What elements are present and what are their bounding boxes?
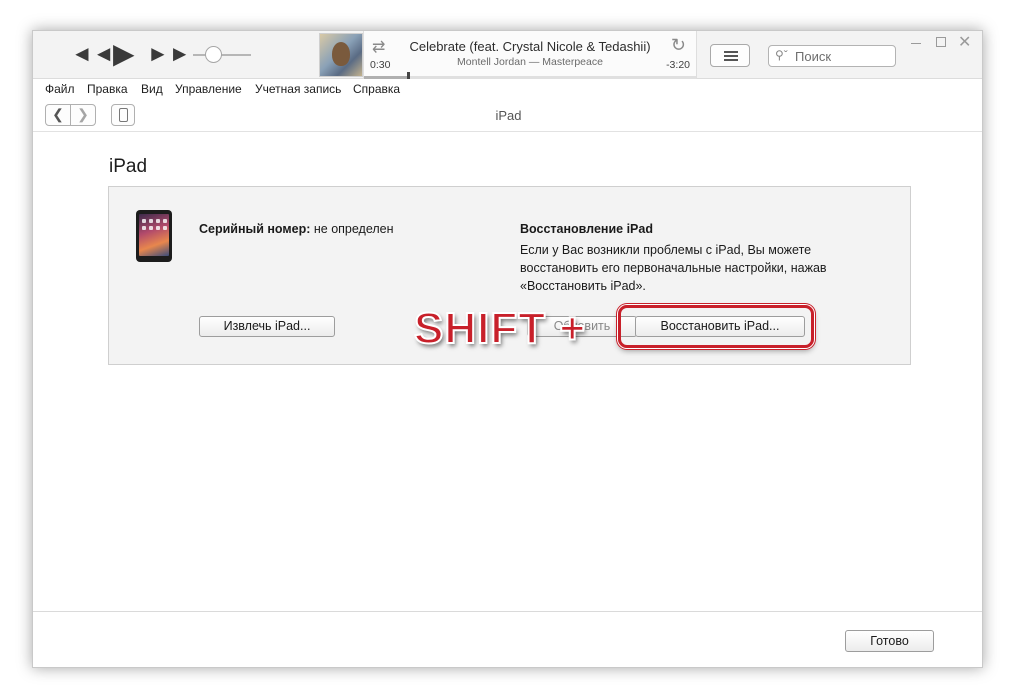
ipad-screen [139, 214, 169, 256]
list-icon-line [724, 59, 738, 61]
album-art-portrait [332, 42, 350, 66]
player-bar: ◄◄ ▶ ►► ⇄ Celebrate (feat. Crystal Nicol… [33, 31, 982, 79]
volume-knob[interactable] [205, 46, 223, 63]
menu-account[interactable]: Учетная запись [255, 82, 341, 96]
ipad-image [136, 210, 172, 262]
up-next-list-button[interactable] [710, 44, 750, 67]
search-box[interactable]: ⚲ˇ [768, 45, 896, 67]
progress-knob[interactable] [407, 72, 411, 79]
search-icon: ⚲ˇ [775, 48, 788, 62]
search-input[interactable] [795, 46, 891, 66]
menu-controls[interactable]: Управление [175, 82, 242, 96]
app-icon [163, 226, 167, 230]
list-icon-line [724, 51, 738, 53]
navigation-bar: ❮ ❯ iPad [33, 99, 982, 132]
nav-title: iPad [495, 108, 522, 123]
restore-title: Восстановление iPad [520, 222, 653, 236]
close-icon[interactable]: ✕ [958, 32, 971, 52]
app-icon [149, 219, 153, 223]
restore-description: Если у Вас возникли проблемы с iPad, Вы … [520, 243, 827, 293]
menu-help[interactable]: Справка [353, 82, 400, 96]
serial-label: Серийный номер: [199, 222, 311, 236]
serial-number: Серийный номер: не определен [199, 222, 394, 236]
next-track-button[interactable]: ►► [147, 43, 191, 65]
minimize-icon[interactable] [911, 43, 921, 44]
album-art[interactable] [319, 33, 363, 77]
app-icon [149, 226, 153, 230]
maximize-icon[interactable] [936, 37, 946, 47]
eject-ipad-button[interactable]: Извлечь iPad... [199, 316, 335, 337]
app-icon [156, 226, 160, 230]
shift-plus-overlay: SHIFT + [413, 304, 587, 353]
time-remaining: -3:20 [666, 59, 690, 71]
menu-file[interactable]: Файл [45, 82, 75, 96]
play-button[interactable]: ▶ [113, 40, 135, 68]
song-title: Celebrate (feat. Crystal Nicole & Tedash… [409, 39, 651, 54]
menu-view[interactable]: Вид [141, 82, 163, 96]
song-artist: Montell Jordan — Masterpeace [457, 56, 603, 68]
footer-bar: Готово [33, 611, 982, 667]
done-button[interactable]: Готово [845, 630, 934, 652]
itunes-window: ◄◄ ▶ ►► ⇄ Celebrate (feat. Crystal Nicol… [32, 30, 983, 668]
previous-track-button[interactable]: ◄◄ [71, 43, 115, 65]
repeat-icon[interactable]: ↻ [671, 35, 686, 56]
menu-bar: Файл Правка Вид Управление Учетная запис… [33, 79, 982, 99]
app-icon [156, 219, 160, 223]
serial-value: не определен [313, 222, 394, 236]
device-summary-panel: Серийный номер: не определен Восстановле… [108, 186, 911, 365]
app-icon [142, 226, 146, 230]
restore-highlight-frame [618, 305, 814, 348]
app-icon [142, 219, 146, 223]
app-icon [163, 219, 167, 223]
menu-edit[interactable]: Правка [87, 82, 128, 96]
list-icon-line [724, 55, 738, 57]
now-playing-display: ⇄ Celebrate (feat. Crystal Nicole & Teda… [363, 31, 697, 79]
page-title: iPad [109, 156, 148, 177]
